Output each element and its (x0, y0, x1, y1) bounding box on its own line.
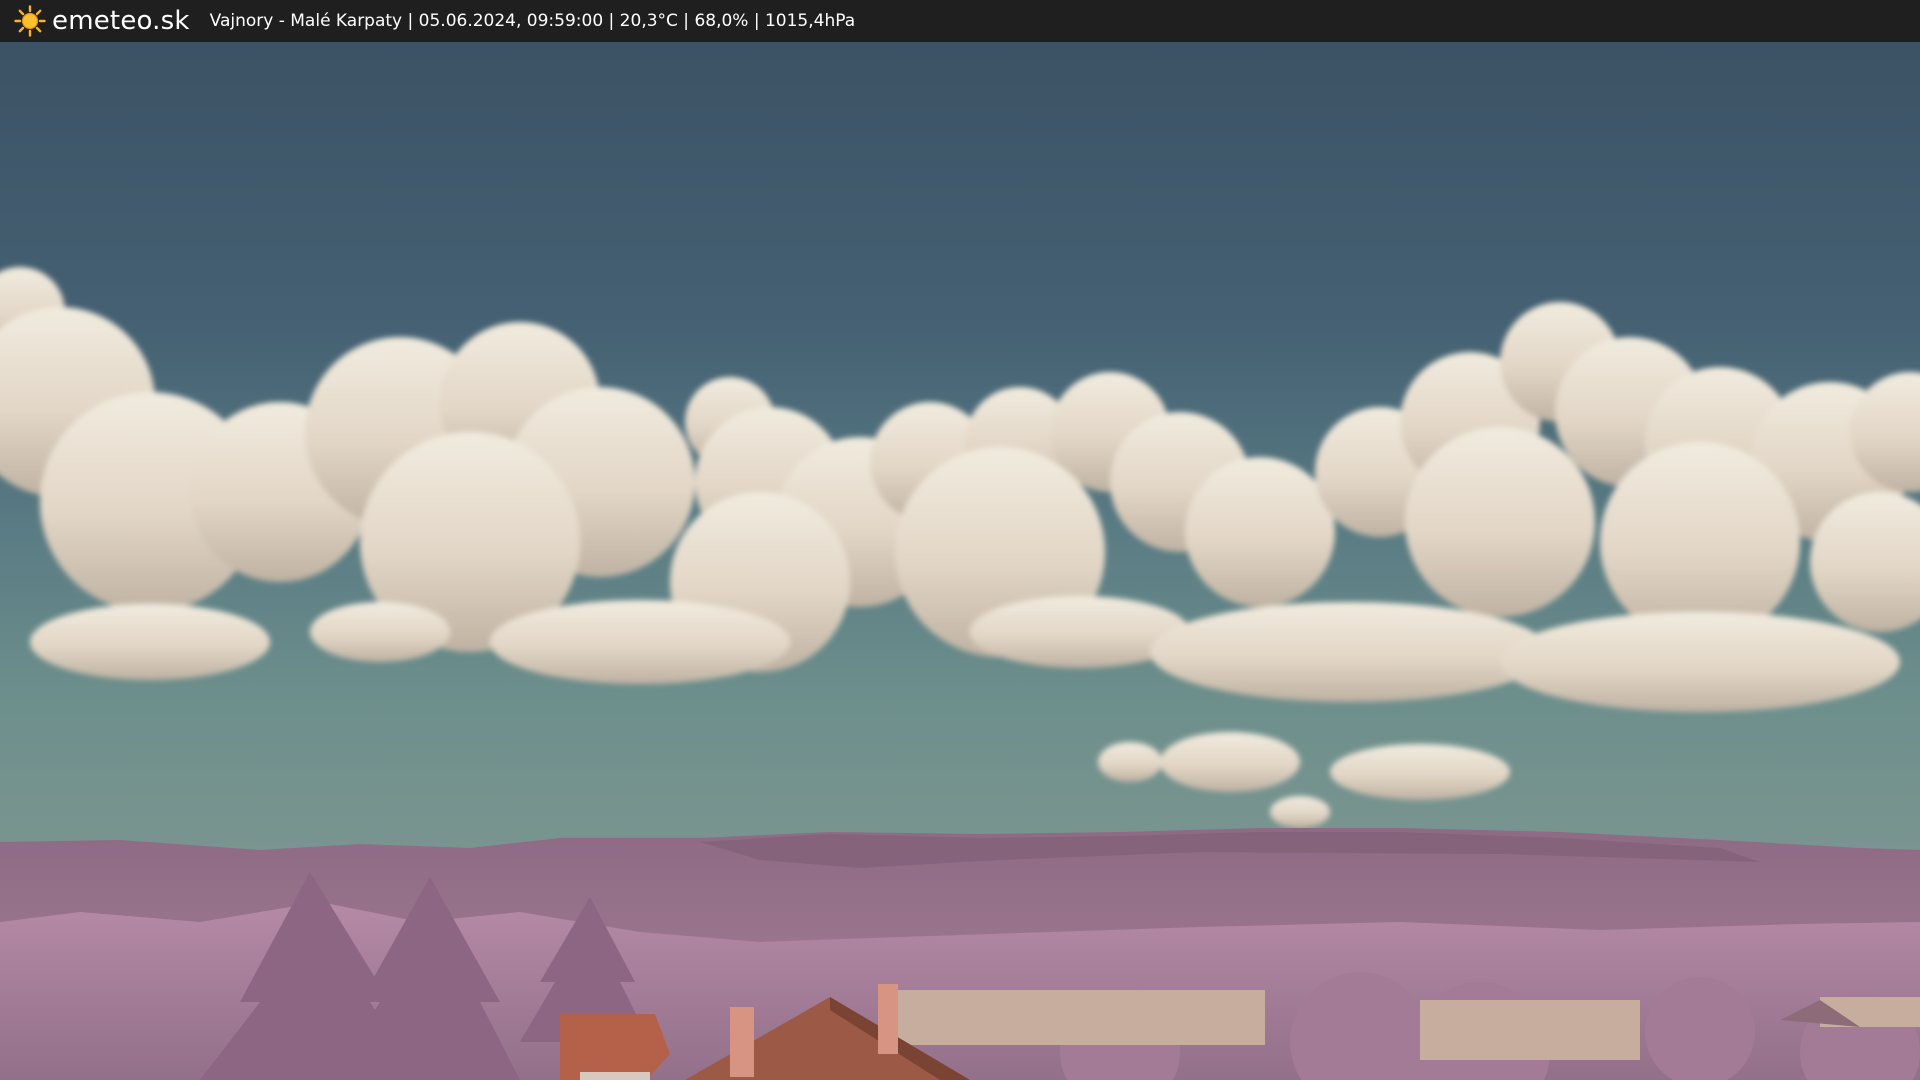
house-left (560, 1014, 670, 1080)
header-bar: emeteo.sk Vajnory - Malé Karpaty | 05.06… (0, 0, 1920, 42)
webcam-frame: emeteo.sk Vajnory - Malé Karpaty | 05.06… (0, 0, 1920, 1080)
sun-icon (14, 5, 46, 37)
webcam-image (0, 42, 1920, 1080)
logo-text: emeteo.sk (52, 6, 190, 36)
site-logo[interactable]: emeteo.sk (14, 5, 190, 37)
status-line: Vajnory - Malé Karpaty | 05.06.2024, 09:… (209, 11, 856, 31)
field (890, 990, 1265, 1045)
